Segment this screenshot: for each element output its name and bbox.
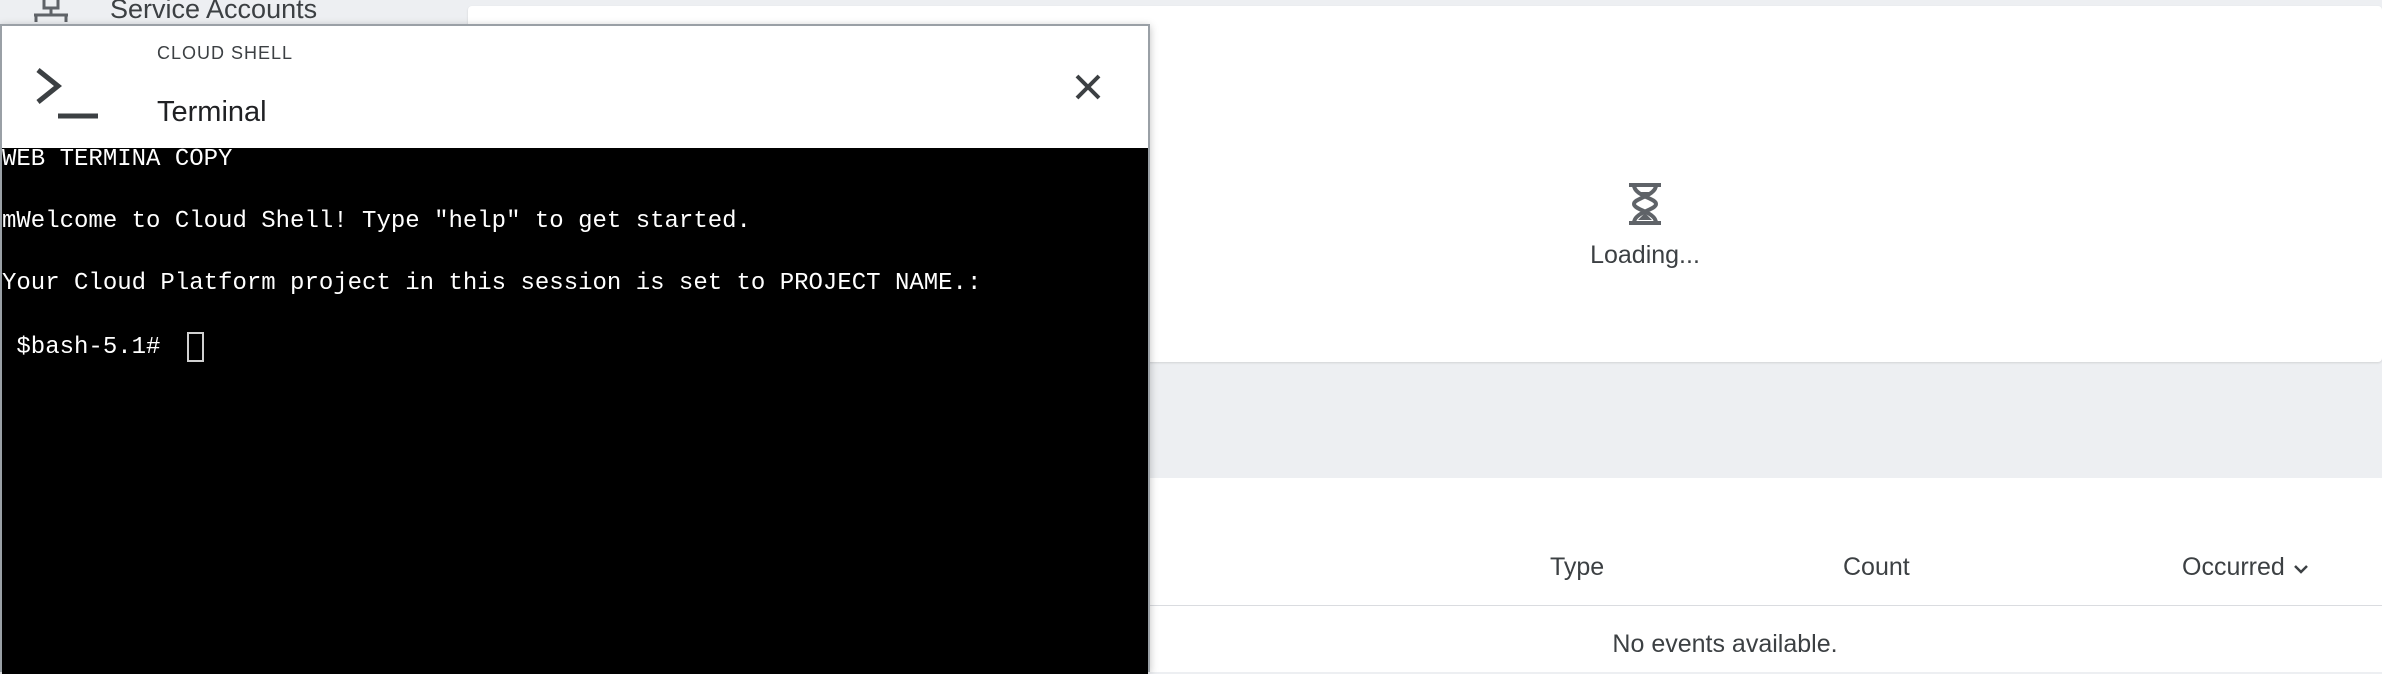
terminal-line: mWelcome to Cloud Shell! Type "help" to … (2, 208, 751, 235)
cloud-shell-header: CLOUD SHELL Terminal (2, 26, 1148, 148)
terminal-cursor[interactable] (186, 332, 204, 362)
terminal-prompt-line: $bash-5.1# (2, 332, 204, 362)
events-table: Type Count Occurred No events available. (1150, 478, 2382, 672)
empty-state-text: No events available. (1612, 630, 1838, 658)
column-header-type[interactable]: Type (1550, 553, 1604, 582)
column-header-occurred-label: Occurred (2182, 553, 2285, 581)
service-accounts-icon (30, 0, 74, 22)
column-header-occurred[interactable]: Occurred (2182, 553, 2309, 582)
terminal-line: WEB TERMINA COPY (2, 146, 233, 173)
cloud-shell-eyebrow: CLOUD SHELL (157, 43, 294, 63)
loading-text: Loading... (1590, 241, 1700, 269)
sidebar-item-label: Service Accounts (110, 0, 318, 24)
terminal-output[interactable]: WEB TERMINA COPY mWelcome to Cloud Shell… (2, 146, 1148, 674)
close-button[interactable] (1070, 71, 1106, 107)
events-table-header: Type Count Occurred (1150, 478, 2382, 606)
hourglass-icon (1627, 182, 1663, 231)
cloud-shell-panel: CLOUD SHELL Terminal WEB TERMINA COPY mW… (0, 24, 1150, 674)
sidebar-item-service-accounts[interactable]: Service Accounts (30, 0, 317, 25)
terminal-line: Your Cloud Platform project in this sess… (2, 270, 982, 297)
terminal-icon (34, 66, 98, 127)
cloud-shell-title: Terminal (157, 96, 267, 128)
terminal-prompt: $bash-5.1# (2, 333, 175, 361)
chevron-down-icon (2293, 553, 2309, 582)
sidebar: Service Accounts (0, 0, 470, 24)
close-icon (1074, 73, 1102, 106)
loading-indicator: Loading... (1575, 182, 1715, 270)
column-header-count[interactable]: Count (1843, 553, 1910, 582)
